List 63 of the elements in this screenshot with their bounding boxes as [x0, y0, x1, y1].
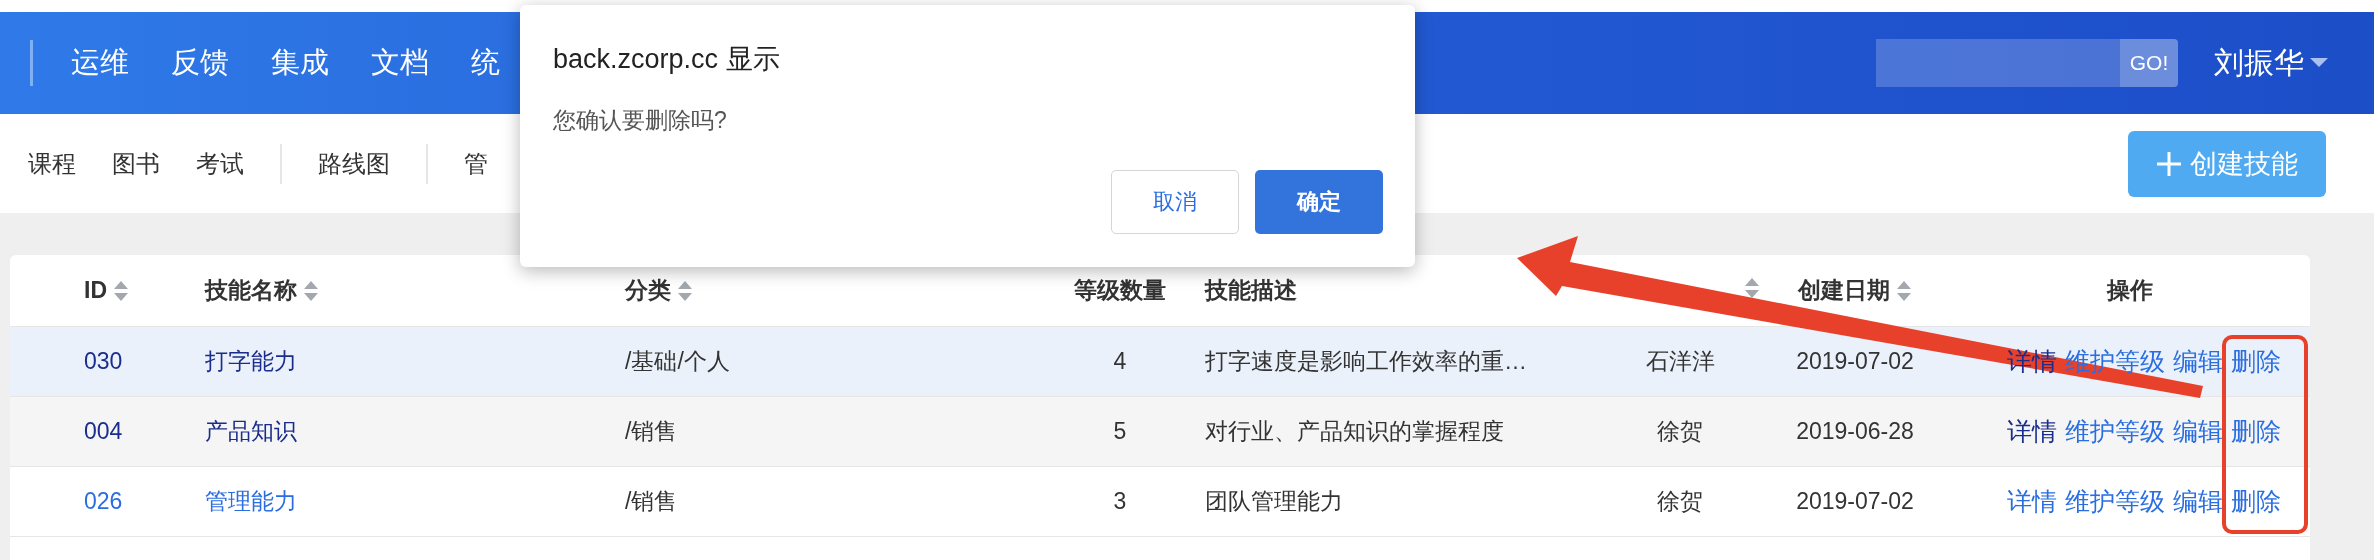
- sort-icon[interactable]: [1896, 279, 1912, 302]
- id-link[interactable]: 026: [84, 488, 123, 514]
- table-cell: /基础/个人: [625, 348, 730, 374]
- nav-link[interactable]: 统: [471, 43, 500, 83]
- nav-link[interactable]: 运维: [71, 43, 129, 83]
- column-header: 创建日期: [1798, 276, 1890, 305]
- table-cell: 5: [1113, 418, 1127, 444]
- caret-icon: [2310, 58, 2328, 68]
- action-link[interactable]: 详情: [2007, 415, 2057, 448]
- subnav-link[interactable]: 课程: [28, 147, 76, 180]
- nav-link[interactable]: 文档: [371, 43, 429, 83]
- skill-link[interactable]: 产品知识: [205, 418, 297, 444]
- user-menu[interactable]: 刘振华: [2214, 42, 2328, 84]
- column-header: 技能描述: [1205, 276, 1297, 305]
- table-cell: 团队管理能力: [1205, 488, 1343, 514]
- column-header: 分类: [625, 276, 671, 305]
- table-cell: 2019-07-02: [1796, 348, 1914, 374]
- column-header: 等级数量: [1074, 276, 1166, 305]
- action-link[interactable]: 编辑: [2173, 415, 2223, 448]
- sort-icon[interactable]: [113, 279, 129, 302]
- table-cell: 石洋洋: [1645, 348, 1715, 374]
- table-cell: 3: [1113, 488, 1127, 514]
- subnav-link[interactable]: 考试: [196, 147, 244, 180]
- table-cell: 打字速度是影响工作效率的重…: [1205, 348, 1527, 374]
- nav-link[interactable]: 反馈: [171, 43, 229, 83]
- action-link[interactable]: 删除: [2231, 485, 2281, 518]
- action-link[interactable]: 编辑: [2173, 485, 2223, 518]
- column-header: ID: [84, 277, 107, 304]
- subnav-link[interactable]: 图书: [112, 147, 160, 180]
- subnav-link[interactable]: 管: [464, 147, 488, 180]
- action-link[interactable]: 编辑: [2173, 345, 2223, 378]
- nav-link[interactable]: 集成: [271, 43, 329, 83]
- skill-link[interactable]: 管理能力: [205, 488, 297, 514]
- skill-link[interactable]: 打字能力: [205, 348, 297, 374]
- table-cell: 徐贺: [1657, 418, 1703, 444]
- go-button[interactable]: GO!: [2120, 39, 2178, 87]
- cancel-button[interactable]: 取消: [1111, 170, 1239, 234]
- sort-icon[interactable]: [303, 279, 319, 302]
- dialog-title: back.zcorp.cc 显示: [553, 43, 781, 76]
- table-cell: /销售: [625, 488, 678, 514]
- column-header: 技能名称: [205, 276, 297, 305]
- table-cell: 2019-06-28: [1796, 418, 1914, 444]
- action-link[interactable]: 删除: [2231, 415, 2281, 448]
- create-skill-button[interactable]: 创建技能: [2128, 130, 2326, 197]
- table-cell: /销售: [625, 418, 678, 444]
- sort-icon[interactable]: [1744, 276, 1760, 299]
- id-link[interactable]: 004: [84, 418, 123, 444]
- subnav-link[interactable]: 路线图: [318, 147, 390, 180]
- table-cell: 4: [1113, 348, 1127, 374]
- action-link[interactable]: 维护等级: [2065, 485, 2165, 518]
- table-cell: 徐贺: [1657, 488, 1703, 514]
- table-cell: 对行业、产品知识的掌握程度: [1205, 418, 1504, 444]
- sort-icon[interactable]: [677, 279, 693, 302]
- column-header: 操作: [2107, 276, 2153, 305]
- dialog-message: 您确认要删除吗?: [553, 106, 728, 135]
- table-cell: 2019-07-02: [1796, 488, 1914, 514]
- confirm-button[interactable]: 确定: [1255, 170, 1383, 234]
- action-link[interactable]: 删除: [2231, 345, 2281, 378]
- action-link[interactable]: 维护等级: [2065, 415, 2165, 448]
- user-name: 刘振华: [2214, 44, 2304, 81]
- id-link[interactable]: 030: [84, 348, 123, 374]
- plus-icon: [2156, 150, 2182, 177]
- action-link[interactable]: 详情: [2007, 485, 2057, 518]
